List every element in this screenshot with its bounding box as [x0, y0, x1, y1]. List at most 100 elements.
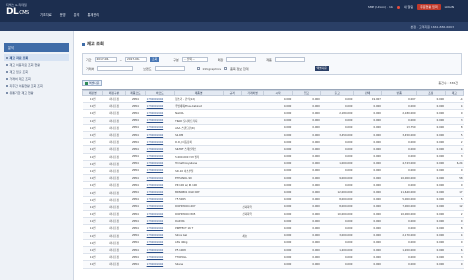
table-cell[interactable]: 1730001904	[145, 203, 175, 212]
sidebar-item-expiry-stock[interactable]: 유통기한 재고 현황	[4, 89, 69, 96]
table-cell[interactable]: 1730001904	[145, 181, 175, 190]
table-row[interactable]: 11번 하나로점 ZP04 1730001904 RICHMOCO-007 신뢰화학 0.0…	[82, 203, 464, 212]
table-cell	[241, 102, 264, 111]
sidebar-item-label: 재고 자료 조회	[9, 55, 29, 60]
data-table-container[interactable]: 매장명 매장구분 제품코드 바코드 제품명 규격 거래처명 시작 입고 출고 판…	[82, 89, 464, 279]
table-row[interactable]: 11번 하나로점 ZP04 1730001904 PF-1008 0.000 0.000 1,…	[82, 246, 464, 255]
table-cell: 17	[445, 188, 464, 197]
nav-item[interactable]: 통계관리	[87, 12, 99, 17]
store-input[interactable]	[226, 57, 257, 62]
table-row[interactable]: 11번 하나로점 ZP04 1730001904 DAP-8b 0.000 0.000 0.0…	[82, 217, 464, 226]
table-cell[interactable]: 1730001904	[145, 239, 175, 247]
app-logo[interactable]: DLCMS	[6, 7, 29, 17]
table-cell[interactable]: 1730001904	[145, 138, 175, 147]
item-input[interactable]	[274, 57, 305, 62]
table-row[interactable]: 11번 하나로점 ZP04 1730001904 ASA 스탠드판(D) 0.000 0.0…	[82, 124, 464, 132]
excel-download-button[interactable]: 엑셀다운	[314, 66, 329, 71]
table-row[interactable]: 11번 하나로점 ZP04 1730001904 ETHANOL 99 0.000 0.00…	[82, 174, 464, 183]
table-row[interactable]: 11번 하나로점 ZP04 1730001904 Sil-RM 0.000 0.000 3,4…	[82, 131, 464, 140]
table-cell[interactable]: 1730001904	[145, 153, 175, 161]
table-row[interactable]: 11번 하나로점 ZP04 1730001904 PP-100 w/ IR 100 0.0…	[82, 181, 464, 190]
table-cell: 0	[445, 217, 464, 226]
primary-action-button[interactable]: 주문현황 입력	[417, 4, 441, 10]
table-cell: 0.000	[263, 196, 293, 204]
table-row[interactable]: 11번 하나로점 ZP04 1730001904 PREFECT 16 T 0.000 0.…	[82, 224, 464, 233]
table-cell: 11번	[82, 174, 103, 183]
table-cell[interactable]: 1730001904	[145, 95, 175, 104]
table-row[interactable]: 11번 하나로점 ZP04 1730001904 Silane 0.000 0.000 0.0…	[82, 260, 464, 269]
table-cell[interactable]: 1730001904	[145, 260, 175, 269]
table-cell[interactable]: 1730001904	[145, 210, 175, 219]
sidebar-item-stock-movement[interactable]: 재고 이동자료 조회 현황	[4, 61, 69, 68]
notice-label[interactable]: 새 알림	[404, 5, 413, 9]
table-cell: 0.000	[263, 117, 293, 125]
table-cell[interactable]: 1730001904	[145, 232, 175, 240]
table-cell[interactable]: 1730001904	[145, 109, 175, 118]
table-cell: 11번	[82, 210, 103, 219]
checkbox-item-total[interactable]	[224, 67, 228, 70]
nav-item[interactable]: 기초자료	[40, 12, 52, 17]
table-cell[interactable]: 1730001904	[145, 217, 175, 226]
table-cell: 0.000	[353, 124, 382, 132]
table-cell[interactable]: 1730001904	[145, 196, 175, 204]
type-select[interactable]: -- 선택 --	[181, 57, 208, 62]
table-cell: 8,000.000	[320, 203, 354, 212]
table-cell[interactable]: 1730001904	[145, 174, 175, 183]
table-cell: 0.000	[292, 167, 321, 176]
table-cell[interactable]: 1730001904	[145, 167, 175, 176]
table-cell: 0.000	[320, 117, 354, 125]
table-cell[interactable]: 1730001904	[145, 253, 175, 262]
table-cell[interactable]: 1730001904	[145, 131, 175, 140]
table-cell: 0.000	[263, 174, 293, 183]
table-row[interactable]: 11번 하나로점 ZP04 1730001904 Silica Gel 세호 0.000 0.…	[82, 232, 464, 240]
checkbox-label: 품목 정보 합계	[230, 66, 249, 71]
table-row[interactable]: 11번 하나로점 ZP04 1730001904 주방세제/Plus-Cabinet 0.…	[82, 102, 464, 111]
sidebar-item-label: 재고 이동자료 조회 현황	[9, 62, 40, 67]
sidebar-item-vendor-stock[interactable]: 거래처 재고 조회	[4, 75, 69, 82]
excel-export-button[interactable]: 엑셀다운	[82, 80, 103, 86]
brand-input[interactable]	[154, 66, 185, 71]
date-to-input[interactable]: 2017-06-	[125, 57, 148, 62]
table-row[interactable]: 11번 하나로점 ZP04 1730001904 5.000.000 Y-M 필터 0.0…	[82, 153, 464, 161]
table-cell: PF-1008	[174, 246, 224, 255]
notification-icon[interactable]	[396, 5, 400, 9]
nav-item[interactable]: 분석	[74, 12, 80, 17]
date-search-button[interactable]: 조회	[150, 57, 160, 62]
table-cell[interactable]: 1730001904	[145, 124, 175, 132]
page-title-text: 재고 조회	[87, 41, 104, 46]
table-cell[interactable]: 1730001904	[145, 117, 175, 125]
table-cell[interactable]: 1730001904	[145, 224, 175, 233]
table-row[interactable]: 11번 하나로점 ZP04 1730001904 SD-10 이소부틸 0.000 0.00…	[82, 167, 464, 176]
checkbox-infographics[interactable]	[196, 67, 200, 70]
table-row[interactable]: 11번 하나로점 ZP04 1730001904 BDN0801 OGD PAT 0.00…	[82, 188, 464, 197]
table-cell: 3	[445, 253, 464, 262]
table-row[interactable]: 11번 하나로점 ZP04 1730001904 TRAD 토너카트리지 0.000 0.0…	[82, 117, 464, 125]
sidebar-item-stock-inquiry[interactable]: 재고 자료 조회	[4, 54, 69, 61]
table-cell[interactable]: 1730001904	[145, 188, 175, 197]
table-cell	[241, 131, 264, 140]
table-row[interactable]: 11번 하나로점 ZP04 1730001904 청소기 - 건식(12) 0.000 0.…	[82, 95, 464, 104]
table-cell[interactable]: 1730001904	[145, 246, 175, 255]
table-row[interactable]: 11번 하나로점 ZP04 1730001904 D.D.J 이동장치 0.000 0.00…	[82, 138, 464, 147]
table-cell: PP-100 w/ IR 100	[174, 181, 224, 190]
table-row[interactable]: 11번 하나로점 ZP04 1730001904 SILTRF 스테인레스 0.000 0.…	[82, 145, 464, 154]
table-cell: 11번	[82, 239, 103, 247]
table-cell: 4	[445, 232, 464, 240]
table-row[interactable]: 11번 하나로점 ZP04 1730001904 LPG 40kg 0.000 0.000 0…	[82, 239, 464, 247]
table-row[interactable]: 11번 하나로점 ZP04 1730001904 TTOPOLL 0.000 0.000 0.…	[82, 253, 464, 262]
vendor-input[interactable]	[97, 66, 134, 71]
table-cell: 0.000	[292, 117, 321, 125]
table-row[interactable]: 11번 하나로점 ZP04 1730001904 YF-5005 0.000 0.000 8,…	[82, 196, 464, 204]
table-cell[interactable]: 1730001904	[145, 102, 175, 111]
table-row[interactable]: 11번 하나로점 ZP04 1730001904 Trimethoxysilane 0.0…	[82, 160, 464, 168]
sidebar-item-stock-inout[interactable]: 재고 입출 조회	[4, 68, 69, 75]
table-cell[interactable]: 1730001904	[145, 145, 175, 154]
table-cell: 0.000	[353, 160, 382, 168]
date-from-input[interactable]: 2017-06-	[94, 57, 117, 62]
table-row[interactable]: 11번 하나로점 ZP04 1730001904 RICHMOCO 805 신뢰화학 0.0…	[82, 210, 464, 219]
sidebar-item-branch-transfer[interactable]: 지주간 이동현황 조회 조회	[4, 82, 69, 89]
table-cell[interactable]: 1730001904	[145, 160, 175, 168]
nav-item[interactable]: 운영	[60, 12, 66, 17]
table-row[interactable]: 11번 하나로점 ZP04 1730001904 NaOCL 0.000 0.000 2,18…	[82, 109, 464, 118]
login-link[interactable]: LOGIN	[445, 5, 454, 9]
